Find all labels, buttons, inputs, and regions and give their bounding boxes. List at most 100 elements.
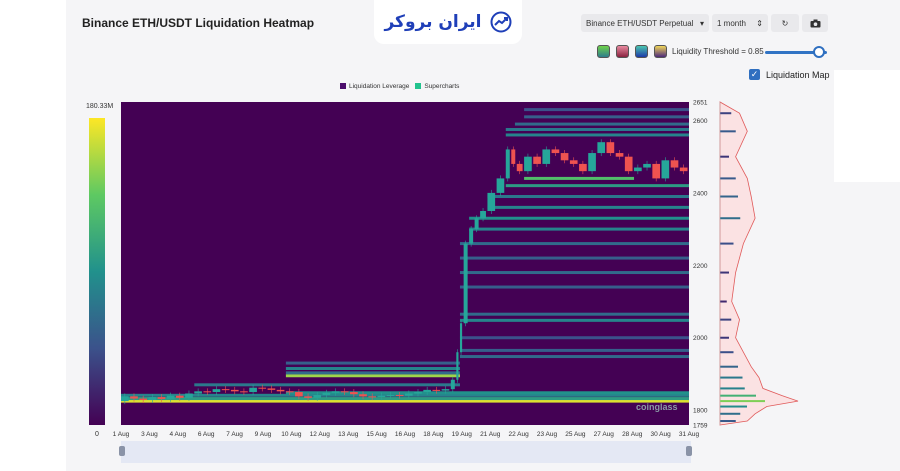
x-tick-label: 19 Aug [452,431,473,438]
price-candle [157,397,166,399]
price-candle [267,388,276,390]
time-navigator[interactable] [121,441,691,463]
price-candle [432,389,441,391]
price-candle [524,156,532,172]
price-candle [579,163,587,172]
price-candle [643,163,651,168]
price-candle [295,392,303,397]
y-tick-label: 1759 [693,423,708,430]
price-candle [359,394,367,397]
navigator-left-handle[interactable] [119,446,125,456]
x-tick-label: 22 Aug [508,431,529,438]
price-candle [386,394,395,396]
price-candle [551,149,560,154]
y-tick-label: 2400 [693,190,708,197]
price-candle [166,395,175,399]
price-candle [304,396,312,398]
profile-bar [720,177,736,180]
liquidation-band [469,227,689,231]
price-candle [240,391,248,393]
profile-bar [720,318,732,321]
price-candle [511,149,516,164]
profile-bar [720,271,729,274]
profile-bar [720,400,765,403]
profile-bar [720,155,729,158]
x-tick-label: 31 Aug [679,431,700,438]
profile-bar [720,112,732,115]
liquidation-band [285,361,460,365]
price-candle [221,389,230,391]
x-tick-label: 23 Aug [537,431,558,438]
profile-bar [720,387,745,390]
x-tick-label: 18 Aug [423,431,444,438]
price-candle [340,391,349,393]
y-tick-label: 2000 [693,335,708,342]
price-candle [130,396,138,399]
price-candle [203,391,212,393]
liquidation-band [524,176,635,180]
liquidation-band [505,184,689,188]
liquidation-band [121,397,689,401]
price-candle [456,352,459,380]
price-candle [368,396,377,398]
price-candle [615,153,624,157]
price-candle [148,397,157,401]
liquidation-band [459,355,689,359]
x-tick-label: 25 Aug [565,431,586,438]
x-tick-label: 28 Aug [622,431,643,438]
price-candle [474,218,479,230]
liquidation-band [505,128,689,132]
liquidation-band [505,133,689,137]
price-candle [121,396,129,402]
price-candle [560,153,569,161]
x-tick-label: 13 Aug [338,431,359,438]
price-candle [276,389,285,392]
profile-bar [720,300,727,303]
y-tick-label: 1800 [693,408,708,415]
price-candle [322,392,331,395]
profile-bar [720,130,736,133]
price-candle [249,387,257,393]
price-candle [597,142,606,154]
x-tick-label: 9 Aug [255,431,272,438]
price-candle [139,398,147,401]
price-candle [377,395,386,398]
profile-bar [720,242,734,245]
profile-bar [720,217,741,220]
profile-bar [720,420,736,423]
liquidation-band [487,205,689,209]
price-candle [212,389,221,393]
price-candle [487,192,496,211]
y-tick-label: 2600 [693,118,708,125]
heatmap-chart[interactable]: coinglass 1 Aug 3 Aug 4 Aug 6 Aug 7 Aug 9 Aug… [0,0,900,471]
x-tick-label: 7 Aug [226,431,243,438]
price-candle [258,387,267,389]
x-tick-label: 10 Aug [281,431,302,438]
navigator-right-handle[interactable] [686,446,692,456]
price-candle [670,160,679,168]
price-candle [606,142,615,154]
price-candle [505,149,510,179]
liquidation-band [459,271,689,275]
profile-bar [720,405,747,408]
price-candle [350,392,358,395]
price-candle [194,391,202,394]
profile-bar [720,376,743,379]
liquidation-band [459,285,689,289]
liquidation-band [285,367,460,371]
price-candle [588,153,596,172]
price-candle [480,210,486,219]
price-candle [634,167,642,172]
liquidation-band [524,108,689,112]
price-candle [469,229,474,244]
price-candle [569,160,578,164]
price-candle [331,391,340,393]
liquidation-band [514,122,689,126]
price-candle [441,389,450,391]
liquidation-band [459,256,689,260]
price-candle [652,163,661,179]
price-candle [661,160,670,179]
price-candle [313,394,322,398]
x-tick-label: 21 Aug [480,431,501,438]
profile-bar [720,336,729,339]
